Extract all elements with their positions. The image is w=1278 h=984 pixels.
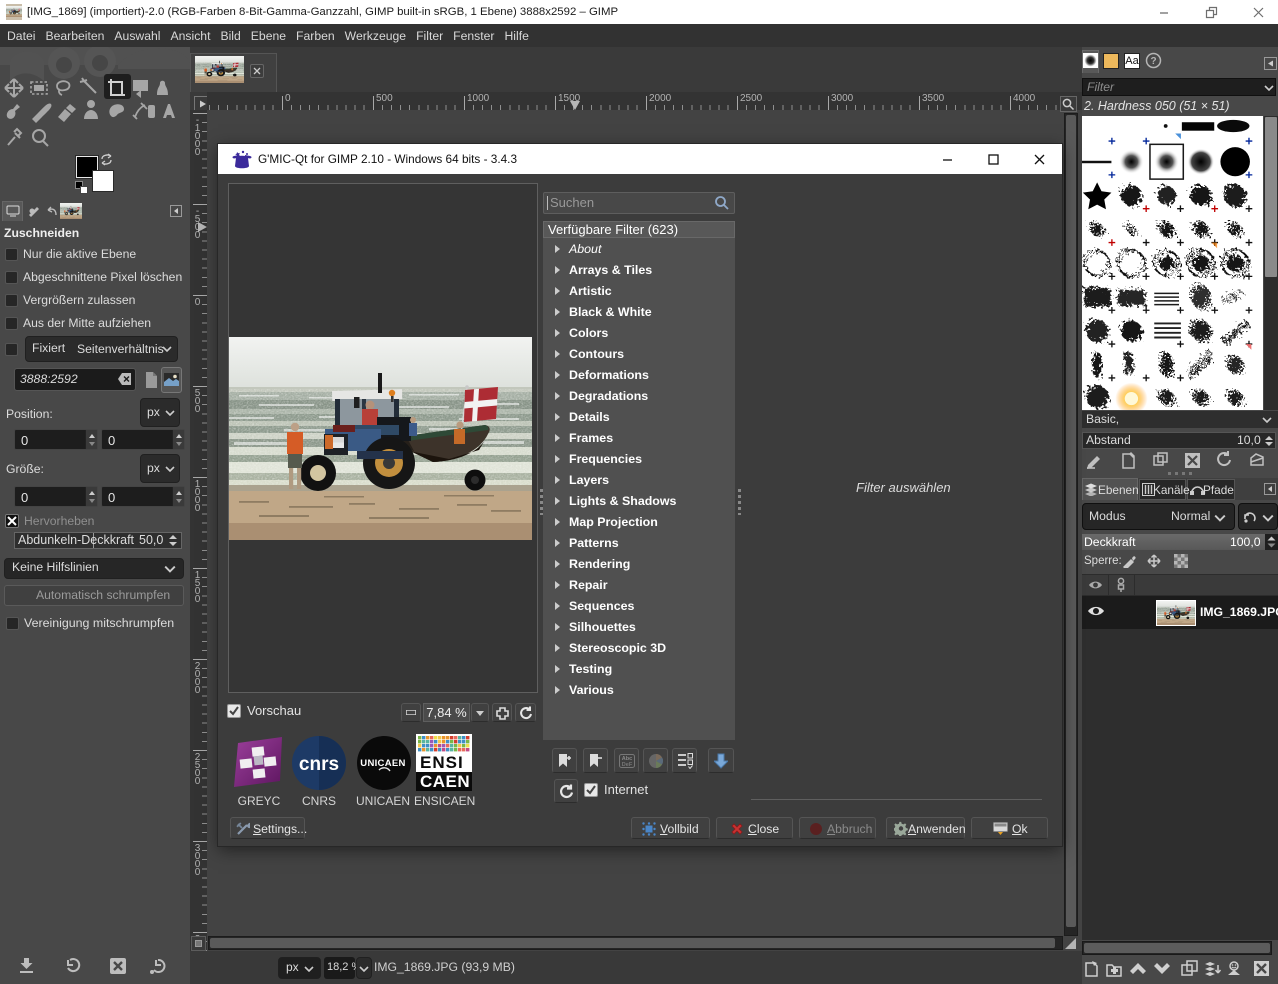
svg-text:CAEN: CAEN bbox=[420, 772, 470, 791]
svg-text:cnrs: cnrs bbox=[299, 754, 339, 775]
svg-text:ENSI: ENSI bbox=[420, 753, 464, 772]
svg-text:?: ? bbox=[1150, 56, 1156, 67]
svg-text:DeF: DeF bbox=[621, 762, 632, 768]
